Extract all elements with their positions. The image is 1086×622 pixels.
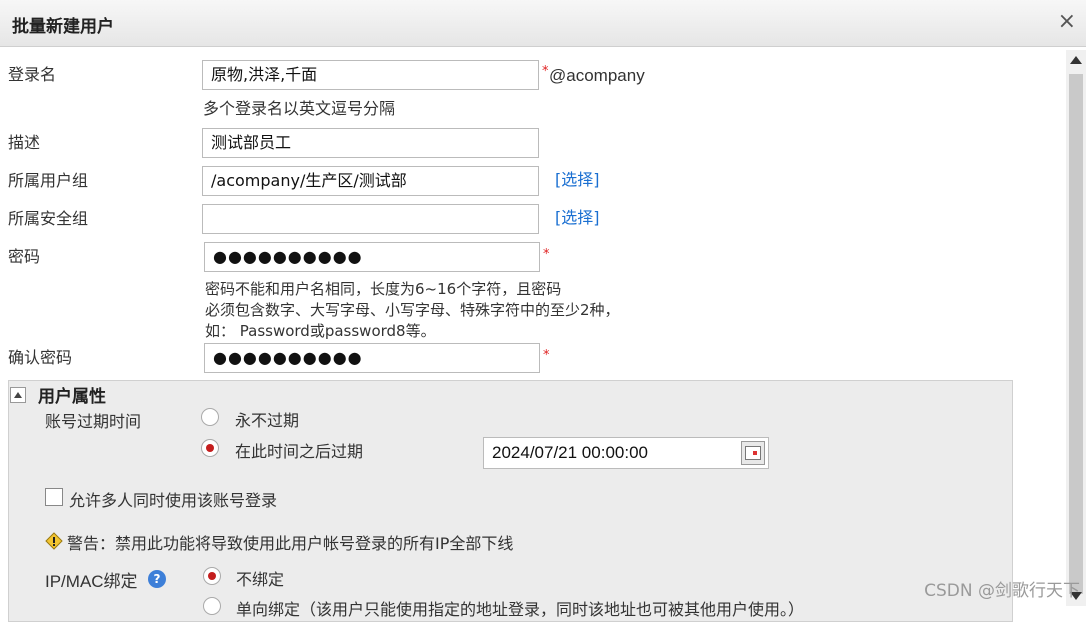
dialog-title: 批量新建用户 xyxy=(12,17,114,37)
select-user-group-link[interactable]: [选择] xyxy=(555,166,600,190)
description-input[interactable]: 测试部员工 xyxy=(202,128,539,158)
user-group-input[interactable]: /acompany/生产区/测试部 xyxy=(202,166,539,196)
dialog-titlebar: 批量新建用户 × xyxy=(0,0,1086,47)
one-way-bind-label: 单向绑定（该用户只能使用指定的地址登录，同时该地址也可被其他用户使用。） xyxy=(236,600,805,619)
expire-after-radio[interactable] xyxy=(201,439,219,457)
login-name-label: 登录名 xyxy=(8,65,57,84)
password-input[interactable]: ●●●●●●●●●● xyxy=(204,242,540,272)
never-expire-label: 永不过期 xyxy=(235,411,300,430)
close-icon[interactable]: × xyxy=(1058,10,1076,34)
description-label: 描述 xyxy=(8,133,41,152)
password-hint-2: 必须包含数字、大写字母、小写字母、特殊字符中的至少2种， xyxy=(205,301,620,319)
multi-login-label: 允许多人同时使用该账号登录 xyxy=(69,491,278,510)
no-bind-radio[interactable] xyxy=(203,567,221,585)
confirm-password-input[interactable]: ●●●●●●●●●● xyxy=(204,343,540,373)
security-group-label: 所属安全组 xyxy=(8,209,89,228)
required-mark: * xyxy=(543,348,550,363)
one-way-bind-radio[interactable] xyxy=(203,597,221,615)
password-hint-3: 如： Password或password8等。 xyxy=(205,322,436,340)
multi-login-checkbox[interactable] xyxy=(45,488,63,506)
watermark: CSDN @剑歌行天下 xyxy=(924,581,1080,601)
login-name-input[interactable]: 原物,洪泽,千面 xyxy=(202,60,539,90)
warning-text: 警告：禁用此功能将导致使用此用户帐号登录的所有IP全部下线 xyxy=(67,534,514,553)
login-name-hint: 多个登录名以英文逗号分隔 xyxy=(203,99,396,118)
password-label: 密码 xyxy=(8,247,41,266)
security-group-input[interactable] xyxy=(202,204,539,234)
required-mark: * xyxy=(543,247,550,262)
never-expire-radio[interactable] xyxy=(201,408,219,426)
scrollbar-thumb[interactable] xyxy=(1069,74,1083,594)
confirm-password-label: 确认密码 xyxy=(8,348,73,367)
help-icon[interactable]: ? xyxy=(148,570,166,588)
domain-suffix: @acompany xyxy=(549,66,645,85)
user-attributes-title: 用户属性 xyxy=(38,387,106,407)
expiry-date-input[interactable]: 2024/07/21 00:00:00 xyxy=(483,437,769,469)
scrollbar[interactable] xyxy=(1066,50,1086,606)
collapse-toggle-icon[interactable] xyxy=(10,387,26,403)
warning-icon xyxy=(45,532,63,550)
scroll-up-icon[interactable] xyxy=(1070,56,1082,64)
select-security-group-link[interactable]: [选择] xyxy=(555,204,600,228)
ipmac-label: IP/MAC绑定 xyxy=(45,572,138,591)
expiry-date-value: 2024/07/21 00:00:00 xyxy=(492,443,648,462)
expiry-label: 账号过期时间 xyxy=(45,412,142,431)
password-hint-1: 密码不能和用户名相同，长度为6~16个字符，且密码 xyxy=(205,280,562,298)
expire-after-label: 在此时间之后过期 xyxy=(235,442,364,461)
calendar-icon[interactable] xyxy=(741,441,765,465)
no-bind-label: 不绑定 xyxy=(236,570,285,589)
user-group-label: 所属用户组 xyxy=(8,171,89,190)
required-mark: * xyxy=(542,64,549,79)
